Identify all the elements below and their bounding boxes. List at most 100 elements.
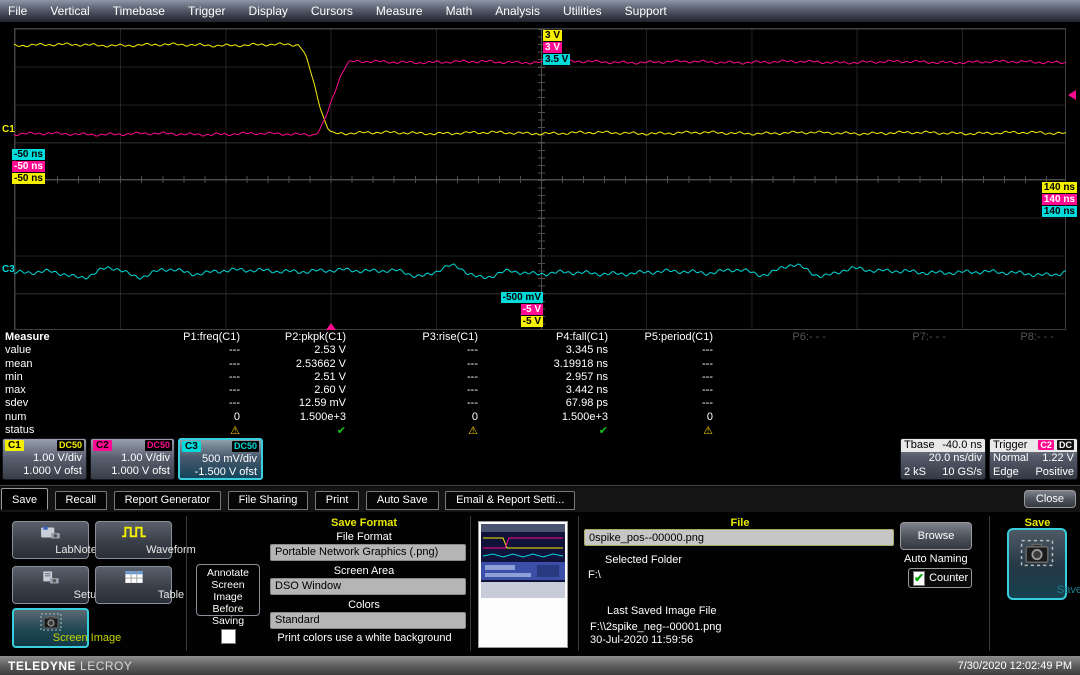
tab-save[interactable]: Save <box>1 488 48 510</box>
screen-image-button[interactable]: Screen Image <box>12 608 89 648</box>
cell: --- <box>110 344 242 357</box>
cell: 3.442 ns <box>480 384 610 397</box>
channel-c1-box[interactable]: C1 DC50 1.00 V/div 1.000 V ofst <box>2 438 87 480</box>
file-format-dropdown[interactable]: Portable Network Graphics (.png) <box>270 544 466 561</box>
close-button[interactable]: Close <box>1024 490 1076 508</box>
warning-icon: ⚠ <box>348 424 480 437</box>
setup-button[interactable]: Setup <box>12 566 89 604</box>
selected-folder-value: F:\ <box>588 569 601 581</box>
tab-file-sharing[interactable]: File Sharing <box>228 491 309 510</box>
tab-print[interactable]: Print <box>315 491 360 510</box>
trigger-time-marker[interactable] <box>326 323 336 330</box>
measure-header-p3[interactable]: P3:rise(C1) <box>348 331 480 344</box>
cell: --- <box>610 344 715 357</box>
channel-c3-box[interactable]: C3 DC50 500 mV/div -1.500 V ofst <box>178 438 263 480</box>
trigger-box[interactable]: Trigger C2 DC Normal 1.22 V Edge Positiv… <box>989 438 1078 480</box>
menu-trigger[interactable]: Trigger <box>188 4 226 18</box>
c3-trace-marker[interactable]: C3 <box>2 265 15 275</box>
measure-header-p2[interactable]: P2:pkpk(C1) <box>242 331 348 344</box>
menu-utilities[interactable]: Utilities <box>563 4 602 18</box>
cell: --- <box>348 384 480 397</box>
trigger-label: Trigger <box>993 439 1027 452</box>
status-bar: TELEDYNELECROY 7/30/2020 12:02:49 PM <box>0 656 1080 675</box>
browse-button[interactable]: Browse <box>900 522 972 550</box>
c3-coupling: DC50 <box>232 441 259 452</box>
divider <box>989 516 990 651</box>
screen-image-label: Screen Image <box>51 632 124 644</box>
c1-trace-marker[interactable]: C1 <box>2 125 15 135</box>
last-saved-file: F:\\2spike_neg--00001.png <box>590 621 721 633</box>
tab-auto-save[interactable]: Auto Save <box>366 491 439 510</box>
print-colors-note: Print colors use a white background <box>262 632 467 644</box>
menu-analysis[interactable]: Analysis <box>495 4 540 18</box>
measure-header-p8[interactable]: P8:- - - <box>948 331 1056 344</box>
menu-timebase[interactable]: Timebase <box>113 4 165 18</box>
measure-header-p1[interactable]: P1:freq(C1) <box>110 331 242 344</box>
counter-checkbox[interactable]: ✔ <box>913 571 925 586</box>
cursor-bottom-c1-label: -5 V <box>521 316 543 327</box>
cell: --- <box>610 358 715 371</box>
measure-row-status: status ⚠ ✔ ⚠ ✔ ⚠ <box>0 424 1080 437</box>
tab-recall[interactable]: Recall <box>55 491 108 510</box>
measure-header-p6[interactable]: P6:- - - <box>715 331 828 344</box>
measure-header-p4[interactable]: P4:fall(C1) <box>480 331 610 344</box>
menu-file[interactable]: File <box>8 4 27 18</box>
warning-icon: ⚠ <box>610 424 715 437</box>
measure-table: Measure P1:freq(C1) P2:pkpk(C1) P3:rise(… <box>0 331 1080 437</box>
oscilloscope-screen: File Vertical Timebase Trigger Display C… <box>0 0 1080 675</box>
timebase-delay: -40.0 ns <box>942 439 982 452</box>
c1-offset: 1.000 V ofst <box>3 465 86 478</box>
measure-header-row: Measure P1:freq(C1) P2:pkpk(C1) P3:rise(… <box>0 331 1080 344</box>
c1-scale: 1.00 V/div <box>3 452 86 465</box>
menu-cursors[interactable]: Cursors <box>311 4 353 18</box>
row-label: num <box>0 411 110 424</box>
trigger-level-marker[interactable] <box>1068 90 1076 100</box>
preview-white-area <box>481 598 565 645</box>
cell: 2.957 ns <box>480 371 610 384</box>
annotate-option[interactable]: Annotate Screen Image Before Saving <box>196 564 260 616</box>
cell: --- <box>110 358 242 371</box>
timebase-box[interactable]: Tbase -40.0 ns 20.0 ns/div 2 kS 10 GS/s <box>900 438 986 480</box>
counter-option[interactable]: ✔ Counter <box>908 568 972 588</box>
menu-bar: File Vertical Timebase Trigger Display C… <box>0 0 1080 22</box>
tab-email-report[interactable]: Email & Report Setti... <box>445 491 575 510</box>
menu-vertical[interactable]: Vertical <box>50 4 89 18</box>
save-now-button[interactable]: Save Now <box>1007 528 1067 600</box>
cell: --- <box>110 371 242 384</box>
waveform-button[interactable]: Waveform <box>95 521 172 559</box>
menu-math[interactable]: Math <box>446 4 473 18</box>
labnotebook-button[interactable]: LabNotebook <box>12 521 89 559</box>
tab-report-generator[interactable]: Report Generator <box>114 491 222 510</box>
filename-input[interactable] <box>584 529 894 546</box>
divider <box>186 516 187 651</box>
timebase-label: Tbase <box>904 439 935 452</box>
timebase-samples: 2 kS <box>904 466 926 480</box>
measure-row-sdev: sdev --- 12.59 mV --- 67.98 ps --- <box>0 397 1080 410</box>
cell: 3.345 ns <box>480 344 610 357</box>
menu-display[interactable]: Display <box>249 4 288 18</box>
row-label: max <box>0 384 110 397</box>
cursor-bottom-c3-label: -500 mV <box>501 292 543 303</box>
screen-area-dropdown[interactable]: DSO Window <box>270 578 466 595</box>
row-label: sdev <box>0 397 110 410</box>
measure-header-p5[interactable]: P5:period(C1) <box>610 331 715 344</box>
c3-badge: C3 <box>182 441 201 452</box>
screen-preview-thumbnail <box>478 521 568 648</box>
cursor-top-c2-label: 3 V <box>543 42 562 53</box>
cell: --- <box>610 384 715 397</box>
cell: 2.53662 V <box>242 358 348 371</box>
waveform-grid[interactable] <box>14 28 1066 330</box>
annotate-checkbox[interactable] <box>221 629 236 644</box>
menu-measure[interactable]: Measure <box>376 4 423 18</box>
camera-icon <box>1020 538 1054 573</box>
c1-coupling: DC50 <box>57 440 84 451</box>
cursor-right-c2-label: 140 ns <box>1042 194 1077 205</box>
colors-dropdown[interactable]: Standard <box>270 612 466 629</box>
cell: --- <box>110 384 242 397</box>
measure-header-p7[interactable]: P7:- - - <box>828 331 948 344</box>
channel-c2-box[interactable]: C2 DC50 1.00 V/div 1.000 V ofst <box>90 438 175 480</box>
c3-offset: -1.500 V ofst <box>180 466 261 479</box>
table-button[interactable]: Table <box>95 566 172 604</box>
menu-support[interactable]: Support <box>625 4 667 18</box>
auto-naming-label: Auto Naming <box>904 553 968 565</box>
